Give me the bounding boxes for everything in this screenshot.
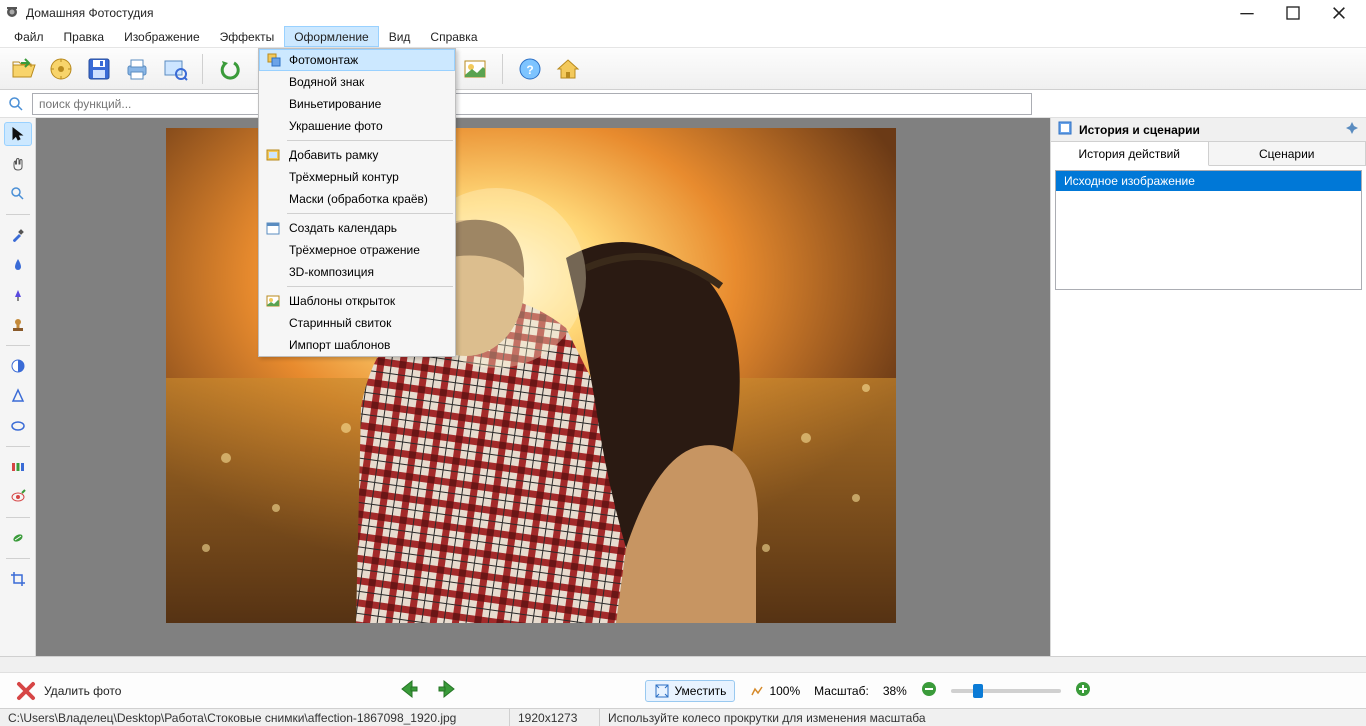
main-area: История и сценарии История действий Сцен… <box>0 118 1366 656</box>
zoom-slider[interactable] <box>951 689 1061 693</box>
fit-label: Уместить <box>674 684 726 698</box>
zoom-100-button[interactable]: 100% <box>749 683 800 699</box>
dd-import-templates[interactable]: Импорт шаблонов <box>259 334 455 356</box>
toolbar-save[interactable] <box>82 52 116 86</box>
history-list[interactable]: Исходное изображение <box>1055 170 1362 290</box>
frame-icon <box>265 147 281 163</box>
right-panel-title: История и сценарии <box>1079 123 1200 137</box>
dd-masks[interactable]: Маски (обработка краёв) <box>259 188 455 210</box>
canvas-scrollbar-horizontal[interactable] <box>0 656 1366 672</box>
zoom-slider-thumb[interactable] <box>973 684 983 698</box>
tool-zoom[interactable] <box>4 182 32 206</box>
fit-button[interactable]: Уместить <box>645 680 735 702</box>
scale-label: Масштаб: <box>814 684 869 698</box>
toolbar-home[interactable] <box>551 52 585 86</box>
dd-add-frame[interactable]: Добавить рамку <box>259 144 455 166</box>
prev-photo-button[interactable] <box>397 677 421 704</box>
menu-design[interactable]: Оформление <box>284 26 378 47</box>
menu-image[interactable]: Изображение <box>114 26 210 47</box>
menu-help[interactable]: Справка <box>420 26 487 47</box>
canvas-area[interactable] <box>36 118 1050 656</box>
calendar-icon <box>265 220 281 236</box>
window-maximize[interactable] <box>1270 0 1316 26</box>
tab-scenarios[interactable]: Сценарии <box>1209 142 1366 165</box>
toolbar-open[interactable] <box>6 52 40 86</box>
dd-vignette[interactable]: Виньетирование <box>259 93 455 115</box>
dd-watermark[interactable]: Водяной знак <box>259 71 455 93</box>
toolbar-batch[interactable] <box>44 52 78 86</box>
tool-pointer[interactable] <box>4 122 32 146</box>
tool-paint[interactable] <box>4 253 32 277</box>
panel-icon <box>1057 120 1073 139</box>
dd-3d-composition[interactable]: 3D-композиция <box>259 261 455 283</box>
toolbar-print[interactable] <box>120 52 154 86</box>
tool-eyedropper[interactable] <box>4 223 32 247</box>
status-hint: Используйте колесо прокрутки для изменен… <box>600 709 1366 726</box>
delete-photo-label: Удалить фото <box>44 684 121 698</box>
delete-photo-button[interactable]: Удалить фото <box>14 679 121 703</box>
dd-3d-reflection[interactable]: Трёхмерное отражение <box>259 239 455 261</box>
toolbar-undo[interactable] <box>213 52 247 86</box>
dd-3d-outline[interactable]: Трёхмерный контур <box>259 166 455 188</box>
scale-value: 38% <box>883 684 907 698</box>
tool-hand[interactable] <box>4 152 32 176</box>
tool-stamp[interactable] <box>4 313 32 337</box>
toolbar-view[interactable] <box>158 52 192 86</box>
next-photo-button[interactable] <box>435 677 459 704</box>
tool-heal[interactable] <box>4 526 32 550</box>
tool-red-eye[interactable] <box>4 485 32 509</box>
toolbar-postcards[interactable] <box>458 52 492 86</box>
status-bar: C:\Users\Владелец\Desktop\Работа\Стоковы… <box>0 708 1366 726</box>
right-tabs: История действий Сценарии <box>1051 142 1366 166</box>
postcard-icon <box>265 293 281 309</box>
toolbar-help[interactable]: ? <box>513 52 547 86</box>
dd-old-scroll[interactable]: Старинный свиток <box>259 312 455 334</box>
main-toolbar: ? <box>0 48 1366 90</box>
right-panel-header: История и сценарии <box>1051 118 1366 142</box>
status-path: C:\Users\Владелец\Desktop\Работа\Стоковы… <box>0 709 510 726</box>
menu-design-dropdown: Фотомонтаж Водяной знак Виньетирование У… <box>258 48 456 357</box>
dd-decorate[interactable]: Украшение фото <box>259 115 455 137</box>
zoom-100-label: 100% <box>769 684 800 698</box>
dd-calendar[interactable]: Создать календарь <box>259 217 455 239</box>
dd-montage[interactable]: Фотомонтаж <box>259 49 455 71</box>
right-panel: История и сценарии История действий Сцен… <box>1050 118 1366 656</box>
tool-crop[interactable] <box>4 567 32 591</box>
window-close[interactable] <box>1316 0 1362 26</box>
app-title: Домашняя Фотостудия <box>26 6 153 20</box>
tool-levels[interactable] <box>4 455 32 479</box>
tool-lighten[interactable] <box>4 354 32 378</box>
tab-history[interactable]: История действий <box>1051 142 1209 166</box>
bottom-bar: Удалить фото Уместить 100% Масштаб: 38% <box>0 672 1366 708</box>
menu-file[interactable]: Файл <box>4 26 54 47</box>
history-item[interactable]: Исходное изображение <box>1056 171 1361 191</box>
tool-sharpen[interactable] <box>4 384 32 408</box>
zoom-in-button[interactable] <box>1075 681 1091 700</box>
tool-blur[interactable] <box>4 414 32 438</box>
tool-brush[interactable] <box>4 283 32 307</box>
zoom-out-button[interactable] <box>921 681 937 700</box>
menu-edit[interactable]: Правка <box>54 26 115 47</box>
window-minimize[interactable] <box>1224 0 1270 26</box>
search-bar <box>0 90 1366 118</box>
tool-palette <box>0 118 36 656</box>
svg-text:?: ? <box>526 63 533 77</box>
dd-postcard-templates[interactable]: Шаблоны открыток <box>259 290 455 312</box>
montage-icon <box>266 52 282 68</box>
menu-effects[interactable]: Эффекты <box>210 26 285 47</box>
app-icon <box>4 4 20 23</box>
menu-view[interactable]: Вид <box>379 26 421 47</box>
title-bar: Домашняя Фотостудия <box>0 0 1366 26</box>
status-dims: 1920x1273 <box>510 709 600 726</box>
search-input[interactable] <box>32 93 1032 115</box>
menu-bar: Файл Правка Изображение Эффекты Оформлен… <box>0 26 1366 48</box>
search-icon <box>6 94 26 114</box>
pin-icon[interactable] <box>1344 120 1360 139</box>
